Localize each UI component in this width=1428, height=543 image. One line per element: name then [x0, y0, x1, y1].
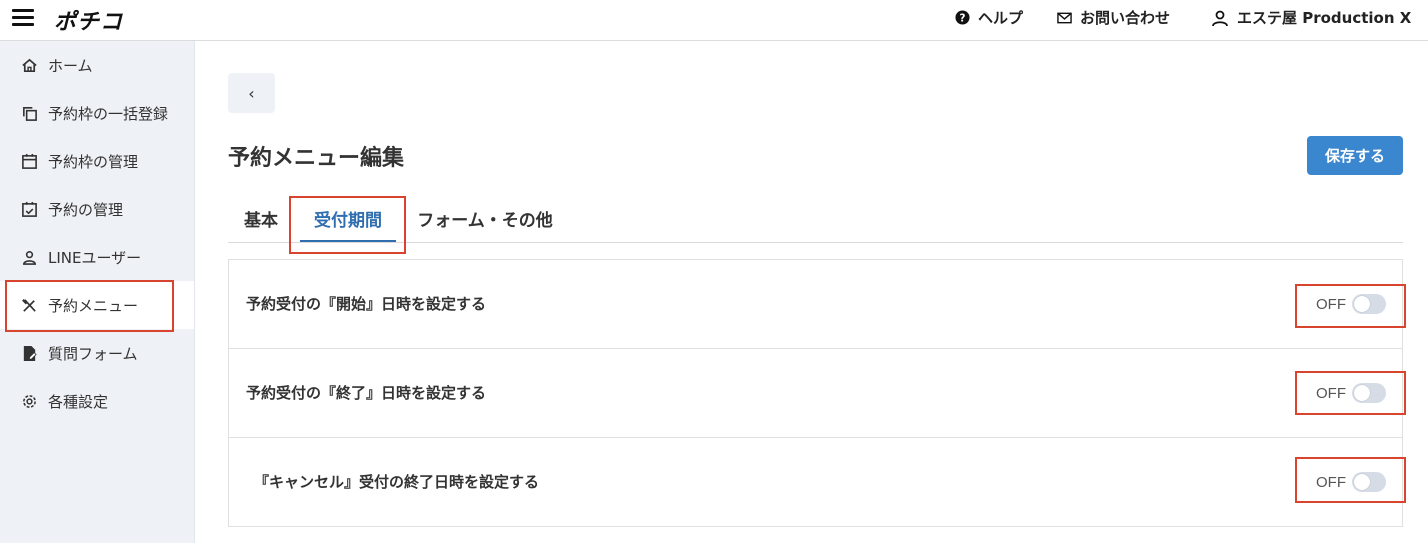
toggle-switch[interactable] [1352, 294, 1386, 314]
help-link[interactable]: ? ヘルプ [955, 7, 1023, 28]
tab-form-other[interactable]: フォーム・その他 [410, 195, 560, 242]
toggle-switch[interactable] [1352, 472, 1386, 492]
app-logo[interactable]: ポチコ [54, 4, 123, 36]
toggle-state: OFF [1316, 295, 1346, 313]
utensils-icon [22, 298, 36, 312]
sidebar-item-label: 各種設定 [48, 392, 109, 411]
toggle-state: OFF [1316, 473, 1346, 491]
gear-icon [23, 394, 36, 408]
menu-icon[interactable] [12, 9, 34, 27]
sidebar-item-label: 質問フォーム [48, 344, 138, 363]
home-icon [22, 58, 37, 72]
toggle-state: OFF [1316, 384, 1346, 402]
back-button[interactable]: ‹ [228, 73, 275, 113]
sidebar-item-bulk-register[interactable]: 予約枠の一括登録 [0, 89, 194, 137]
settings-list: 予約受付の『開始』日時を設定する OFF 予約受付の『終了』日時を設定する OF… [228, 259, 1403, 527]
setting-label: 『キャンセル』受付の終了日時を設定する [254, 473, 540, 491]
sidebar-item-line-users[interactable]: LINEユーザー [0, 233, 194, 281]
setting-label: 予約受付の『終了』日時を設定する [246, 384, 487, 402]
mail-icon [1057, 12, 1072, 24]
setting-row-start: 予約受付の『開始』日時を設定する OFF [229, 260, 1402, 349]
help-icon: ? [955, 10, 970, 25]
tab-basic[interactable]: 基本 [234, 195, 288, 242]
sidebar-item-label: 予約枠の一括登録 [48, 104, 169, 123]
tab-reception-period[interactable]: 受付期間 [294, 195, 402, 242]
sidebar-item-label: 予約の管理 [48, 200, 124, 219]
file-edit-icon [23, 345, 37, 361]
account-menu[interactable]: エステ屋 Production X [1211, 7, 1411, 28]
toggle-switch[interactable] [1352, 383, 1386, 403]
account-label: エステ屋 Production X [1237, 9, 1412, 27]
sidebar-item-label: 予約メニュー [48, 296, 139, 315]
help-label: ヘルプ [978, 9, 1024, 27]
sidebar-item-reservation-menu[interactable]: 予約メニュー [0, 281, 194, 329]
setting-row-cancel: 『キャンセル』受付の終了日時を設定する OFF [229, 438, 1402, 527]
sidebar-item-slot-manage[interactable]: 予約枠の管理 [0, 137, 194, 185]
setting-label: 予約受付の『開始』日時を設定する [246, 295, 487, 313]
tab-bar: 基本 受付期間 フォーム・その他 [228, 195, 1403, 243]
sidebar-item-settings[interactable]: 各種設定 [0, 377, 194, 425]
sidebar-item-reservation-manage[interactable]: 予約の管理 [0, 185, 194, 233]
sidebar-item-label: LINEユーザー [48, 248, 142, 267]
sidebar-item-label: ホーム [48, 56, 93, 75]
sidebar-item-question-form[interactable]: 質問フォーム [0, 329, 194, 377]
sidebar: ホーム 予約枠の一括登録 予約枠の管理 予約の管理 LINEユーザー 予約メニュ… [0, 41, 195, 543]
save-button[interactable]: 保存する [1307, 136, 1403, 175]
cancel-deadline-toggle[interactable]: OFF [1316, 472, 1386, 492]
svg-text:?: ? [960, 12, 966, 24]
copy-icon [23, 106, 37, 121]
contact-label: お問い合わせ [1080, 9, 1171, 27]
sidebar-item-home[interactable]: ホーム [0, 41, 194, 89]
top-header: ポチコ ? ヘルプ お問い合わせ エステ屋 Production X [0, 0, 1428, 41]
contact-link[interactable]: お問い合わせ [1057, 7, 1170, 28]
user-icon [23, 250, 36, 265]
setting-row-end: 予約受付の『終了』日時を設定する OFF [229, 349, 1402, 438]
end-datetime-toggle[interactable]: OFF [1316, 383, 1386, 403]
page-title: 予約メニュー編集 [228, 146, 405, 171]
sidebar-item-label: 予約枠の管理 [48, 152, 139, 171]
calendar-icon [22, 153, 37, 169]
calendar-check-icon [22, 201, 37, 217]
user-icon [1211, 9, 1229, 27]
start-datetime-toggle[interactable]: OFF [1316, 294, 1386, 314]
